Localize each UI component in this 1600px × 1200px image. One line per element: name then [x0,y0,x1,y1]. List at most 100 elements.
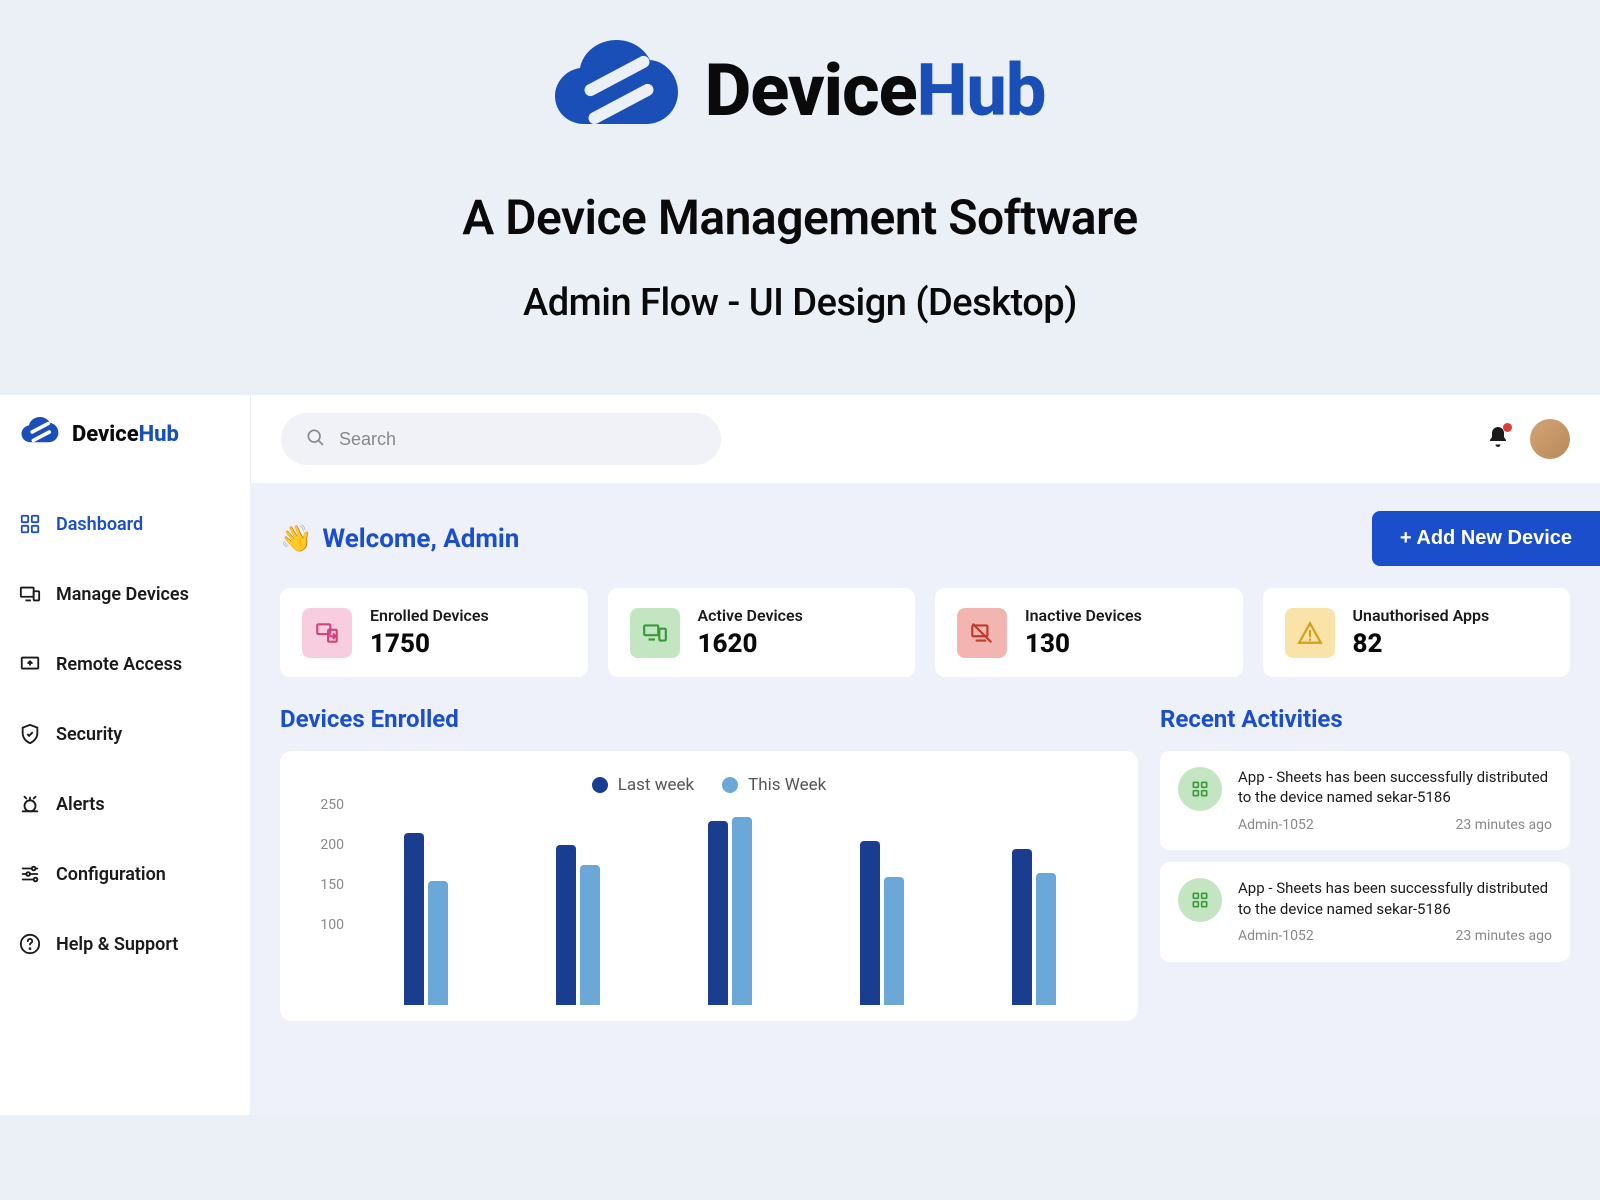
sidebar-nav: Dashboard Manage Devices Remote Access S… [14,506,236,962]
legend-dot-icon [592,777,608,793]
stat-card-active[interactable]: Active Devices 1620 [608,588,916,677]
sidebar-item-label: Dashboard [56,514,143,535]
sidebar-item-label: Manage Devices [56,584,189,605]
notifications-button[interactable] [1486,425,1510,453]
brand-wordmark: DeviceHub [705,48,1046,133]
stat-card-enrolled[interactable]: Enrolled Devices 1750 [280,588,588,677]
sidebar-item-label: Remote Access [56,654,182,675]
section-title-chart: Devices Enrolled [280,705,1138,733]
hero-banner: DeviceHub A Device Management Software A… [0,0,1600,375]
welcome-text: Welcome, Admin [322,524,519,554]
activity-author: Admin-1052 [1238,816,1314,835]
stat-label: Inactive Devices [1025,606,1142,625]
bar-last-week[interactable] [404,833,424,1005]
content: 👋 Welcome, Admin + Add New Device Enroll… [250,483,1600,1021]
sidebar-item-label: Help & Support [56,934,178,955]
sidebar-brand-text: DeviceHub [72,422,179,447]
stat-row: Enrolled Devices 1750 Active Devices 162… [280,588,1570,677]
alert-icon [18,792,42,816]
stat-card-unauthorised[interactable]: Unauthorised Apps 82 [1263,588,1571,677]
sidebar-item-help[interactable]: Help & Support [14,926,236,962]
main-area: 👋 Welcome, Admin + Add New Device Enroll… [250,395,1600,1115]
bar-last-week[interactable] [1012,849,1032,1005]
stat-label: Unauthorised Apps [1353,606,1490,625]
sidebar-item-label: Alerts [56,794,105,815]
recent-activities-section: Recent Activities App - Sheets has been … [1160,705,1570,1021]
brand-cloud-icon [20,417,62,451]
bar-this-week[interactable] [1036,873,1056,1005]
search-input[interactable] [339,429,697,450]
bar-last-week[interactable] [556,845,576,1005]
bar-last-week[interactable] [860,841,880,1005]
stat-value: 1750 [370,629,489,659]
legend-item-last-week[interactable]: Last week [592,775,694,795]
bar-group [806,805,958,1005]
stat-label: Enrolled Devices [370,606,489,625]
warning-icon [1285,608,1335,658]
bar-last-week[interactable] [708,821,728,1005]
bar-group [654,805,806,1005]
inactive-devices-icon [957,608,1007,658]
bar-this-week[interactable] [884,877,904,1005]
chart-card: Last week This Week 250200150100 [280,751,1138,1021]
enrolled-devices-icon [302,608,352,658]
bar-group [502,805,654,1005]
bar-this-week[interactable] [732,817,752,1005]
search-box[interactable] [281,413,721,465]
sidebar-item-dashboard[interactable]: Dashboard [14,506,236,542]
y-tick-label: 200 [308,837,344,853]
stat-card-inactive[interactable]: Inactive Devices 130 [935,588,1243,677]
legend-label: Last week [618,775,694,795]
avatar[interactable] [1530,419,1570,459]
active-devices-icon [630,608,680,658]
y-tick-label: 150 [308,877,344,893]
bar-this-week[interactable] [428,881,448,1005]
hero-subheadline: Admin Flow - UI Design (Desktop) [0,281,1600,325]
topbar [250,395,1600,483]
y-tick-label: 100 [308,917,344,933]
sidebar-item-alerts[interactable]: Alerts [14,786,236,822]
legend-dot-icon [722,777,738,793]
add-device-button[interactable]: + Add New Device [1372,511,1600,566]
help-icon [18,932,42,956]
sidebar-item-label: Configuration [56,864,166,885]
sidebar-item-manage-devices[interactable]: Manage Devices [14,576,236,612]
devices-icon [18,582,42,606]
sidebar-item-configuration[interactable]: Configuration [14,856,236,892]
dashboard-icon [18,512,42,536]
welcome-heading: 👋 Welcome, Admin [280,524,519,554]
activity-time: 23 minutes ago [1455,927,1552,946]
shield-icon [18,722,42,746]
remote-access-icon [18,652,42,676]
sidebar-item-security[interactable]: Security [14,716,236,752]
stat-value: 82 [1353,629,1490,659]
activity-item[interactable]: App - Sheets has been successfully distr… [1160,862,1570,961]
stat-value: 1620 [698,629,803,659]
section-title-recent: Recent Activities [1160,705,1570,733]
activity-item[interactable]: App - Sheets has been successfully distr… [1160,751,1570,850]
sliders-icon [18,862,42,886]
hero-headline: A Device Management Software [0,189,1600,246]
legend-label: This Week [748,775,826,795]
search-icon [305,427,325,451]
bar-group [350,805,502,1005]
brand-cloud-icon [555,40,685,140]
chart-section: Devices Enrolled Last week This Week 250… [280,705,1138,1021]
chart-legend: Last week This Week [308,775,1110,795]
app-grid-icon [1178,767,1222,811]
activity-text: App - Sheets has been successfully distr… [1238,767,1552,808]
stat-value: 130 [1025,629,1142,659]
bar-this-week[interactable] [580,865,600,1005]
bar-group [958,805,1110,1005]
wave-emoji-icon: 👋 [280,524,312,554]
activity-time: 23 minutes ago [1455,816,1552,835]
sidebar: DeviceHub Dashboard Manage Devices Remot… [0,395,250,1115]
y-tick-label: 250 [308,797,344,813]
stat-label: Active Devices [698,606,803,625]
legend-item-this-week[interactable]: This Week [722,775,826,795]
app-grid-icon [1178,878,1222,922]
sidebar-item-remote-access[interactable]: Remote Access [14,646,236,682]
sidebar-logo[interactable]: DeviceHub [14,417,236,451]
chart-plot: 250200150100 [350,805,1110,1005]
activity-text: App - Sheets has been successfully distr… [1238,878,1552,919]
